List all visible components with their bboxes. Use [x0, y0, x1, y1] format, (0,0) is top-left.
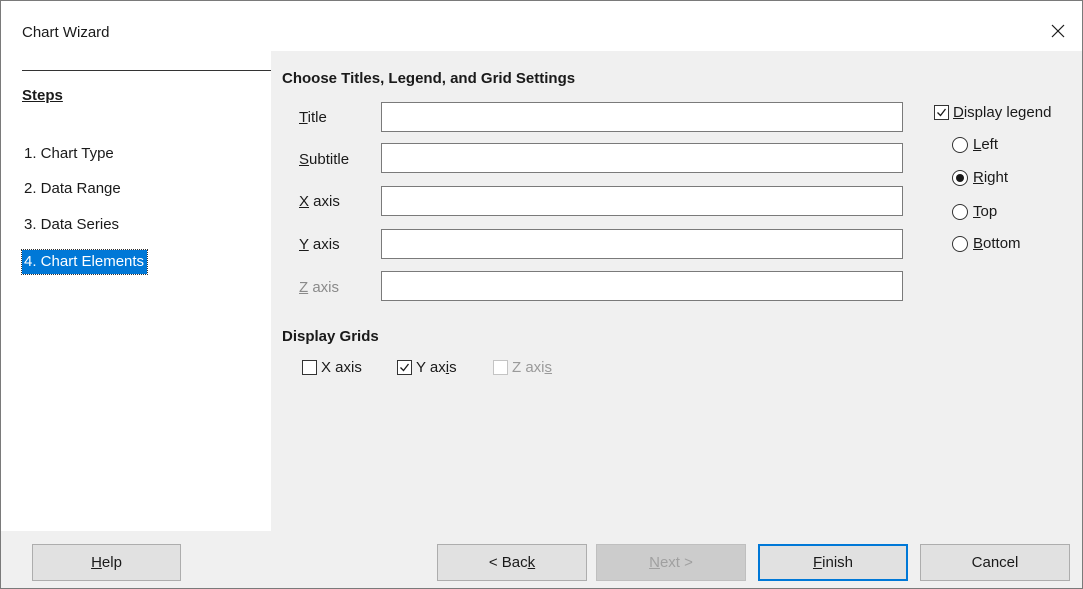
radio-unselected-icon [952, 203, 968, 220]
grid-x-axis-label: X axis [321, 359, 362, 376]
grid-z-axis-label: Z axis [512, 359, 553, 376]
display-legend-label: Display legend [953, 104, 1052, 121]
steps-heading: Steps [22, 87, 63, 104]
step-data-range[interactable]: 2. Data Range [22, 177, 124, 201]
legend-bottom-radio[interactable]: Bottom [952, 235, 1021, 252]
display-grids-title: Display Grids [282, 328, 379, 345]
title-field[interactable] [381, 102, 903, 132]
step-data-series[interactable]: 3. Data Series [22, 213, 122, 237]
grid-x-axis-checkbox[interactable]: X axis [302, 359, 362, 376]
radio-unselected-icon [952, 235, 968, 252]
legend-left-label: Left [973, 136, 999, 153]
x-axis-field[interactable] [381, 186, 903, 216]
legend-top-label: Top [973, 203, 998, 220]
radio-selected-icon [952, 169, 968, 186]
z-axis-field[interactable] [381, 271, 903, 301]
step-chart-type[interactable]: 1. Chart Type [22, 142, 117, 166]
checkbox-disabled-icon [493, 360, 508, 375]
legend-left-radio[interactable]: Left [952, 136, 998, 153]
help-button[interactable]: Help [32, 544, 181, 581]
checkbox-unchecked-icon [302, 360, 317, 375]
step-chart-elements[interactable]: 4. Chart Elements [20, 249, 149, 275]
cancel-button[interactable]: Cancel [920, 544, 1070, 581]
y-axis-field[interactable] [381, 229, 903, 259]
checkbox-checked-icon [397, 360, 412, 375]
close-button[interactable] [1036, 1, 1082, 45]
subtitle-label: Subtitle [299, 151, 350, 168]
window-title: Chart Wizard [22, 24, 110, 41]
chart-wizard-dialog: Chart Wizard Steps 1. Chart Type 2. Data… [0, 0, 1083, 589]
legend-top-radio[interactable]: Top [952, 203, 997, 220]
z-axis-label: Z axis [299, 279, 340, 296]
checkbox-checked-icon [934, 105, 949, 120]
radio-unselected-icon [952, 136, 968, 153]
grid-y-axis-checkbox[interactable]: Y axis [397, 359, 457, 376]
back-button[interactable]: < Bac k [437, 544, 587, 581]
title-label: Title [299, 109, 327, 126]
close-icon [1051, 24, 1065, 38]
title-bar: Chart Wizard [1, 1, 1082, 51]
steps-pane: Steps 1. Chart Type 2. Data Range 3. Dat… [1, 51, 271, 531]
grid-z-axis-checkbox[interactable]: Z axis [493, 359, 552, 376]
finish-button[interactable]: Finish [758, 544, 908, 581]
next-button[interactable]: Next > [596, 544, 746, 581]
section-title: Choose Titles, Legend, and Grid Settings [282, 70, 576, 87]
steps-divider [22, 70, 271, 71]
x-axis-label: X axis [299, 193, 340, 210]
legend-right-radio[interactable]: Right [952, 169, 1008, 186]
display-legend-checkbox[interactable]: Display legend [934, 104, 1051, 121]
legend-bottom-label: Bottom [973, 235, 1021, 252]
y-axis-label: Y axis [299, 236, 340, 253]
grid-y-axis-label: Y axis [416, 359, 457, 376]
subtitle-field[interactable] [381, 143, 903, 173]
legend-right-label: Right [973, 169, 1009, 186]
